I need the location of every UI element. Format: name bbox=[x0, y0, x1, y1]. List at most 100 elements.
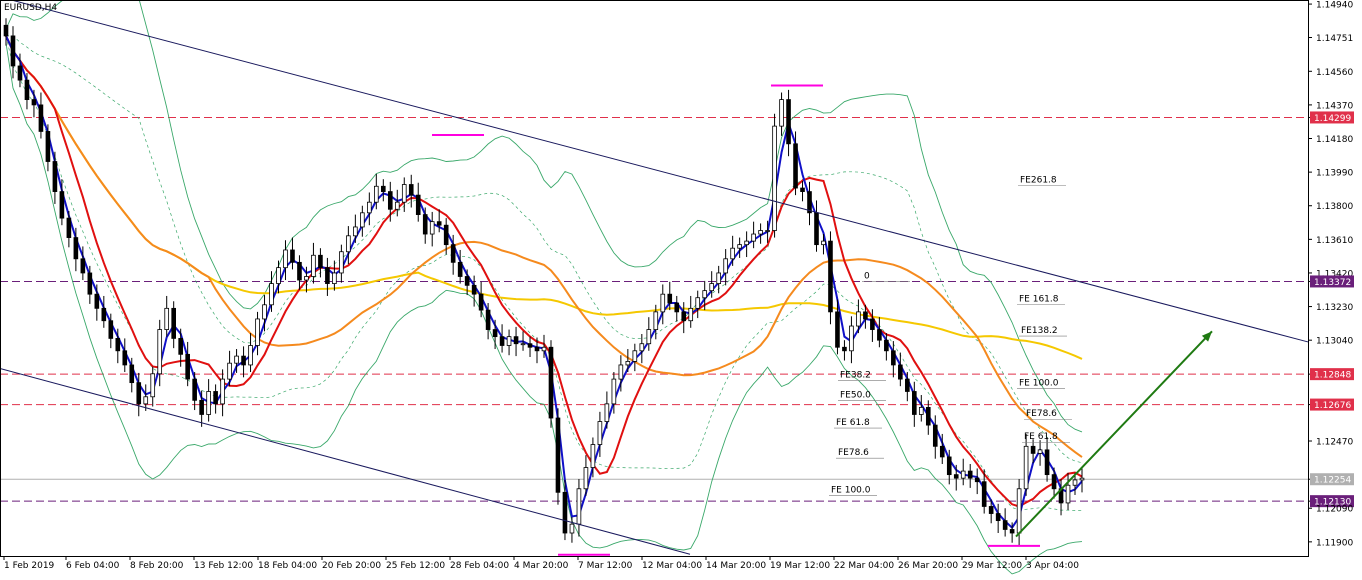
fib-label: FE38.2 bbox=[840, 370, 871, 380]
x-tick-label: 4 Mar 20:00 bbox=[514, 561, 569, 571]
candle-body bbox=[925, 407, 931, 426]
fib-label: FE 61.8 bbox=[1024, 432, 1058, 442]
candle-body bbox=[122, 350, 128, 366]
candle-body bbox=[101, 307, 107, 322]
y-tick-label: 1.12848 bbox=[1314, 371, 1351, 381]
y-tick-label: 1.13610 bbox=[1316, 236, 1353, 246]
candle-body bbox=[709, 283, 714, 292]
candle-body bbox=[394, 201, 400, 210]
x-tick-label: 20 Feb 20:00 bbox=[322, 561, 381, 571]
candle-body bbox=[52, 161, 58, 192]
candle-body bbox=[429, 221, 435, 235]
candle-body bbox=[856, 311, 861, 327]
candle-body bbox=[297, 261, 302, 281]
candle-body bbox=[422, 214, 428, 235]
price-chart[interactable]: FE261.8 FE 161.8 FE138.2 FE 100.0 FE78.6 FE 6… bbox=[0, 0, 1362, 576]
candle-body bbox=[1023, 445, 1029, 490]
x-tick-label: 6 Feb 04:00 bbox=[66, 561, 120, 571]
candle-body bbox=[898, 364, 903, 380]
y-tick-label: 1.12470 bbox=[1316, 438, 1353, 448]
candle-body bbox=[269, 283, 274, 306]
fib-label: FE50.0 bbox=[840, 391, 871, 401]
x-tick-label: 8 Feb 20:00 bbox=[130, 561, 184, 571]
candle-body bbox=[863, 311, 868, 320]
candle-body bbox=[443, 224, 449, 246]
candle-body bbox=[695, 297, 701, 309]
candle-body bbox=[786, 99, 791, 145]
candle-body bbox=[234, 355, 239, 364]
candle-body bbox=[3, 24, 9, 37]
y-tick-label: 1.13040 bbox=[1316, 337, 1353, 347]
candle-body bbox=[311, 254, 316, 277]
candle-body bbox=[360, 212, 365, 228]
candle-body bbox=[150, 373, 156, 398]
candle-body bbox=[779, 99, 784, 127]
candle-body bbox=[374, 185, 379, 203]
candle-body bbox=[318, 254, 323, 269]
candle-body bbox=[1030, 445, 1036, 454]
candle-body bbox=[849, 325, 854, 352]
candle-body bbox=[1009, 529, 1015, 534]
candle-body bbox=[765, 230, 770, 232]
candle-body bbox=[129, 364, 135, 384]
candle-body bbox=[457, 261, 463, 277]
candle-body bbox=[842, 346, 847, 352]
candle-body bbox=[464, 276, 470, 286]
candle-body bbox=[206, 391, 211, 415]
candle-body bbox=[255, 318, 260, 346]
candle-body bbox=[653, 311, 659, 330]
candle-body bbox=[541, 346, 547, 352]
candle-body bbox=[639, 343, 645, 352]
candle-body bbox=[793, 143, 798, 189]
candle-body bbox=[171, 307, 176, 339]
candle-body bbox=[108, 320, 114, 339]
candle-body bbox=[1065, 484, 1071, 504]
candle-body bbox=[450, 244, 456, 263]
candle-body bbox=[59, 191, 65, 219]
x-tick-label: 19 Mar 12:00 bbox=[770, 561, 830, 571]
candle-body bbox=[339, 251, 344, 274]
y-tick-label: 1.14940 bbox=[1316, 1, 1353, 11]
plot-background bbox=[0, 0, 1308, 556]
candle-body bbox=[884, 339, 889, 352]
candle-body bbox=[436, 221, 442, 226]
fib-label: FE78.6 bbox=[838, 448, 869, 458]
candle-body bbox=[981, 481, 987, 507]
candle-body bbox=[758, 230, 763, 235]
candle-body bbox=[73, 237, 79, 260]
candle-body bbox=[1016, 488, 1022, 534]
x-tick-label: 18 Feb 04:00 bbox=[258, 561, 317, 571]
candle-body bbox=[241, 355, 246, 366]
fib-label: FE 61.8 bbox=[836, 418, 870, 428]
chart-window[interactable]: FE261.8 FE 161.8 FE138.2 FE 100.0 FE78.6 FE 6… bbox=[0, 0, 1362, 576]
y-tick-label: 1.14180 bbox=[1316, 135, 1353, 145]
fib-label: FE261.8 bbox=[1020, 176, 1057, 186]
candle-body bbox=[597, 421, 603, 445]
y-tick-label: 1.12676 bbox=[1314, 401, 1351, 411]
candle-body bbox=[380, 185, 386, 192]
candle-body bbox=[723, 258, 728, 274]
candle-body bbox=[891, 350, 896, 366]
x-tick-label: 1 Feb 2019 bbox=[4, 561, 55, 571]
candle-body bbox=[213, 391, 218, 405]
candle-body bbox=[506, 336, 512, 346]
candle-body bbox=[953, 474, 959, 479]
candle-body bbox=[304, 276, 309, 281]
x-tick-label: 28 Feb 04:00 bbox=[450, 561, 509, 571]
x-tick-label: 3 Apr 04:00 bbox=[1026, 561, 1079, 571]
y-tick-label: 1.12090 bbox=[1316, 505, 1353, 515]
candle-body bbox=[828, 240, 833, 313]
candle-body bbox=[262, 304, 267, 320]
candle-body bbox=[492, 329, 498, 338]
candle-body bbox=[667, 293, 673, 304]
fib-label: FE 100.0 bbox=[1019, 378, 1059, 388]
x-tick-label: 22 Mar 04:00 bbox=[834, 561, 894, 571]
candle-body bbox=[877, 329, 882, 341]
y-tick-label: 1.14299 bbox=[1314, 114, 1351, 124]
candle-body bbox=[80, 258, 86, 274]
candle-body bbox=[744, 240, 749, 246]
candle-body bbox=[115, 338, 121, 352]
candle-body bbox=[576, 488, 582, 525]
candle-body bbox=[632, 350, 638, 362]
candle-body bbox=[1002, 520, 1008, 530]
